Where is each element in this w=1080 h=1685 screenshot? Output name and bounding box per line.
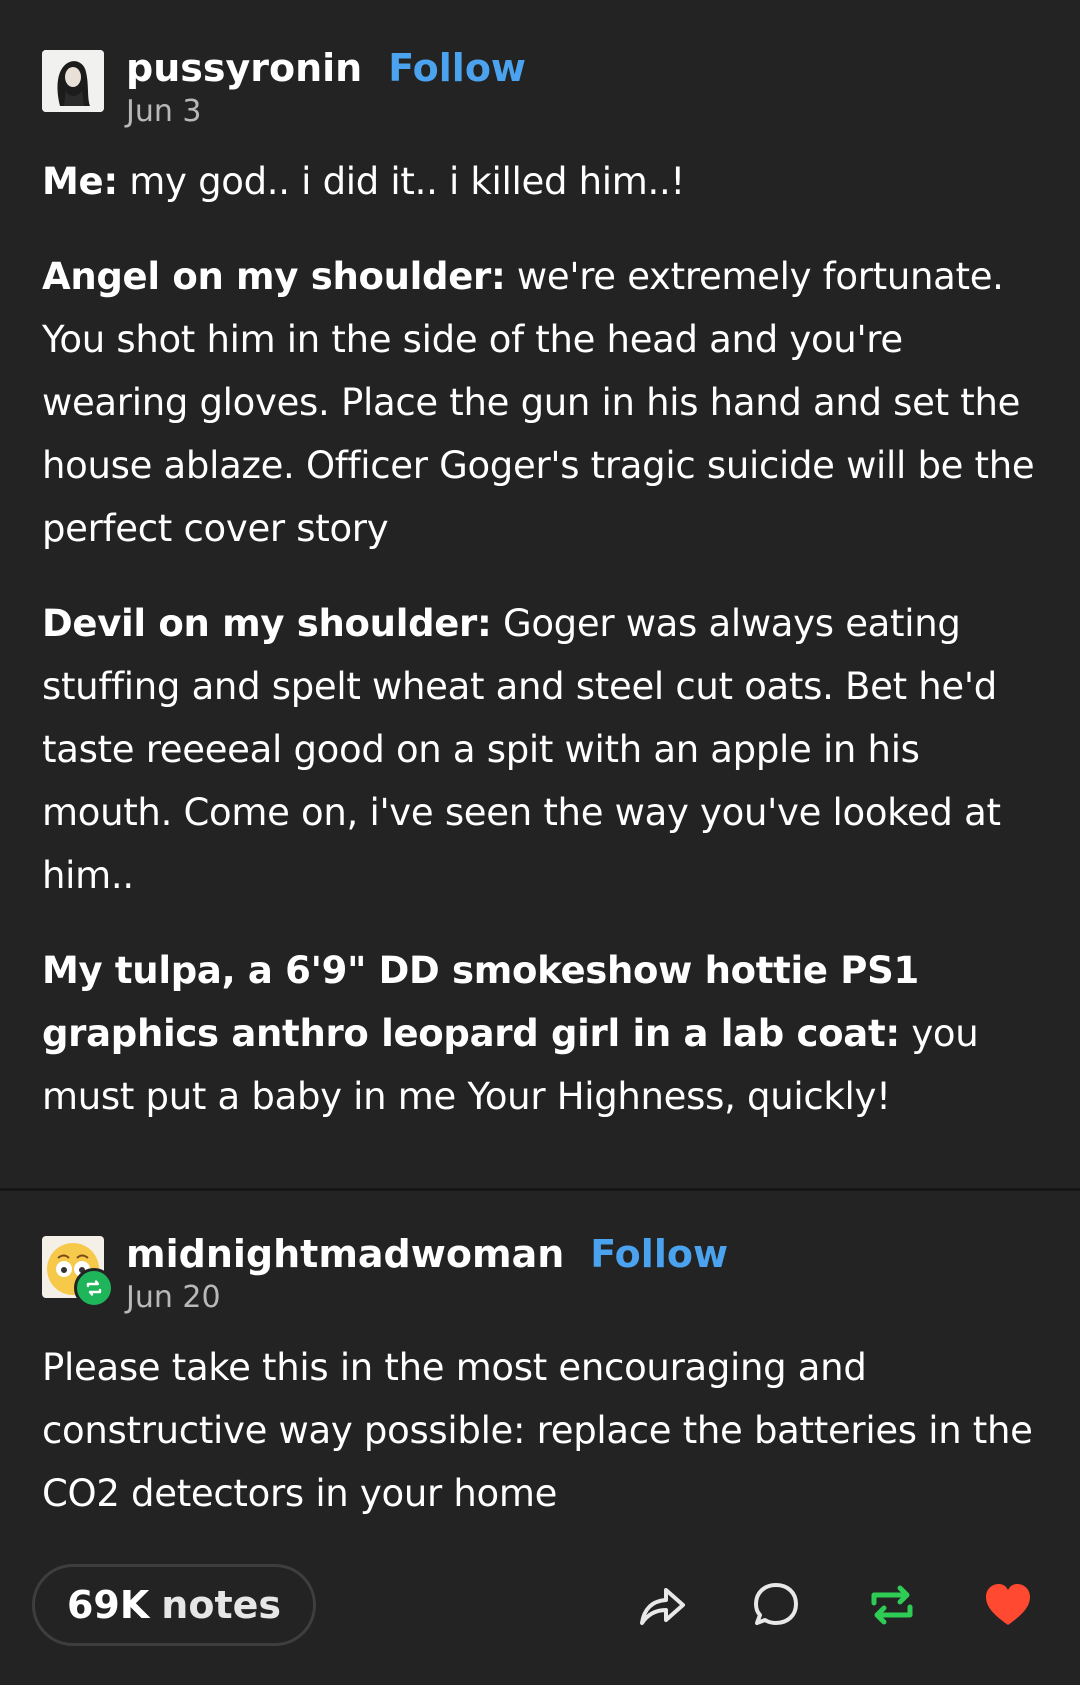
notes-label: notes [161,1583,282,1627]
reblog-date: Jun 20 [126,1280,221,1315]
username[interactable]: pussyronin [126,42,362,94]
reblog-badge-icon [74,1268,114,1308]
follow-button[interactable]: Follow [388,42,526,94]
notes-count: 69K [66,1583,150,1627]
post-body: Me: my god.. i did it.. i killed him..! … [42,150,1038,1128]
speaker-text: we're extremely fortunate. You shot him … [42,255,1035,550]
speaker-label: Devil on my shoulder: [42,602,492,645]
username[interactable]: midnightmadwoman [126,1228,564,1280]
reblog-post: midnightmadwoman Follow Jun 20 Please ta… [0,1228,1080,1557]
post-footer: 69K notes [0,1560,1080,1650]
post-line: Devil on my shoulder: Goger was always e… [42,592,1038,907]
reblog-icon[interactable] [864,1577,920,1633]
post-line: My tulpa, a 6'9" DD smokeshow hottie PS1… [42,939,1038,1128]
reblog-header: midnightmadwoman Follow Jun 20 [42,1228,1038,1315]
original-post: pussyronin Follow Jun 3 Me: my god.. i d… [0,0,1080,1128]
speaker-text: my god.. i did it.. i killed him..! [117,160,685,203]
tumblr-post: pussyronin Follow Jun 3 Me: my god.. i d… [0,0,1080,1685]
share-icon[interactable] [634,1577,690,1633]
speaker-text: Goger was always eating stuffing and spe… [42,602,1001,897]
speaker-label: Me: [42,160,118,203]
like-icon[interactable] [980,1577,1036,1633]
post-header: pussyronin Follow Jun 3 [42,42,1038,129]
post-date: Jun 3 [126,94,202,129]
comment-icon[interactable] [748,1577,804,1633]
notes-button[interactable]: 69K notes [32,1564,316,1646]
reblog-text: Please take this in the most encouraging… [42,1346,1033,1515]
post-line: Me: my god.. i did it.. i killed him..! [42,150,1038,213]
speaker-label: My tulpa, a 6'9" DD smokeshow hottie PS1… [42,949,919,1055]
avatar-image [42,50,104,112]
divider [0,1188,1080,1191]
post-line: Angel on my shoulder: we're extremely fo… [42,245,1038,560]
follow-button[interactable]: Follow [590,1228,728,1280]
avatar[interactable] [42,1236,114,1308]
avatar[interactable] [42,50,104,112]
reblog-body: Please take this in the most encouraging… [42,1336,1038,1525]
speaker-label: Angel on my shoulder: [42,255,506,298]
